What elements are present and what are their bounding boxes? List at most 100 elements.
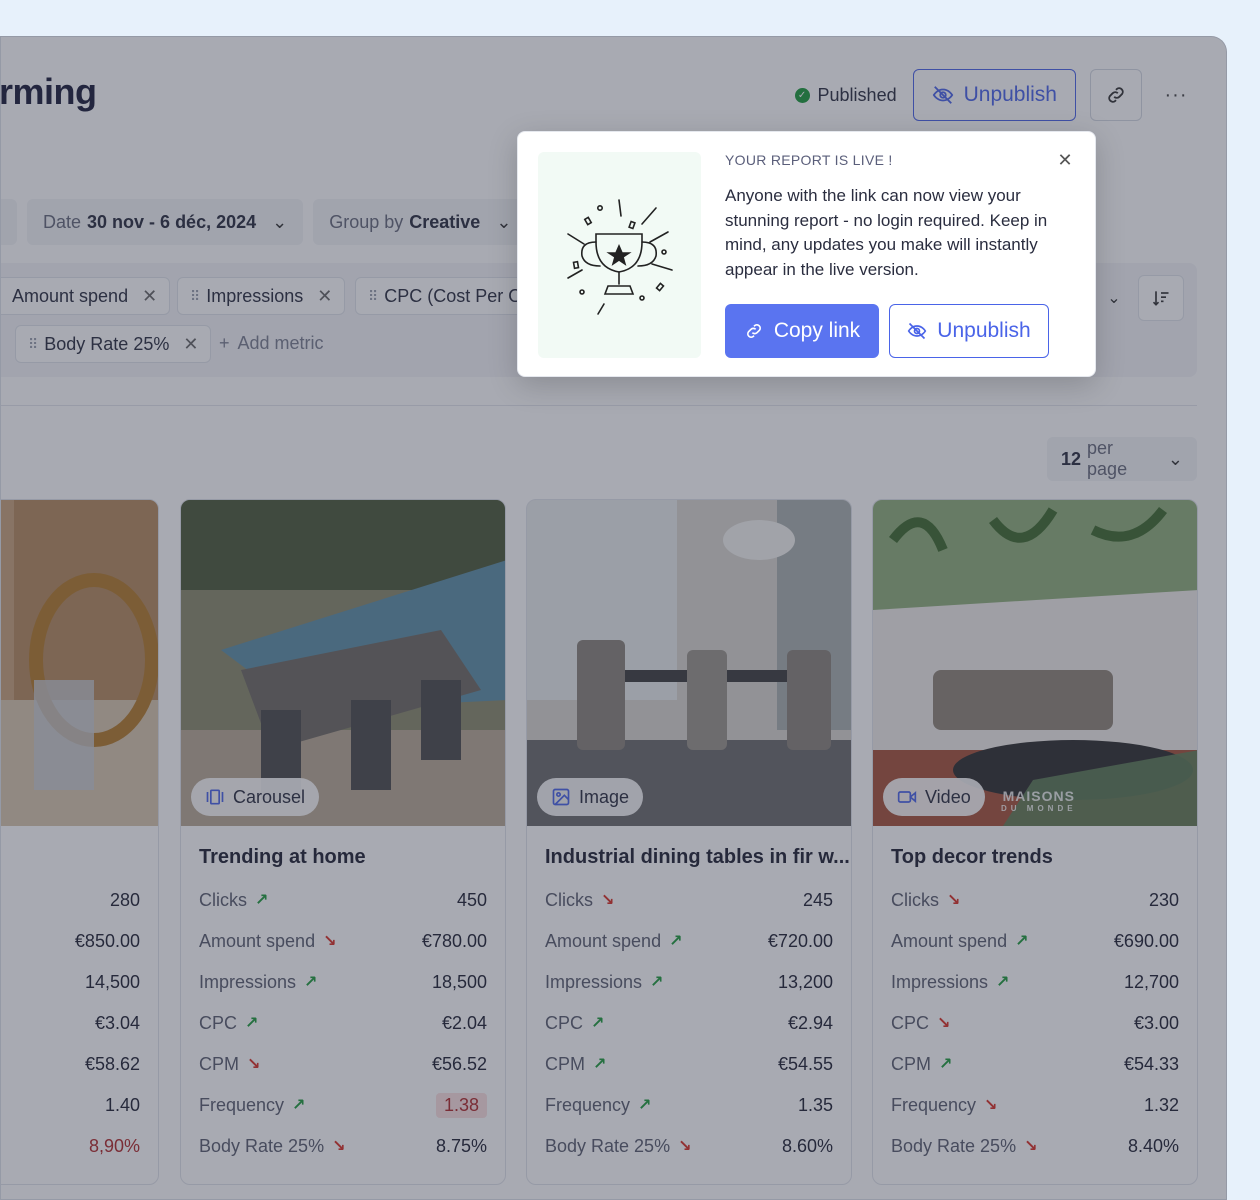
metric-row: Amount spend ↗ €690.00 [891, 929, 1179, 953]
trend-up-icon: ↗ [591, 1015, 605, 1032]
metric-label: Frequency [199, 1094, 285, 1115]
metric-row: Frequency ↗ 1.35 [545, 1093, 833, 1117]
trend-up-icon: ↗ [593, 1056, 607, 1073]
drag-handle-icon[interactable]: ⠿ [190, 288, 200, 305]
copy-link-label: Copy link [773, 319, 861, 342]
metric-value: €780.00 [421, 930, 487, 951]
metric-value: 1.40 [104, 1094, 140, 1115]
eye-off-icon [932, 86, 953, 104]
close-icon[interactable]: ✕ [183, 334, 198, 355]
trend-down-icon: ↘ [947, 892, 961, 909]
group-by-filter[interactable]: Group by Creative ⌄ [313, 199, 528, 245]
metric-label: Frequency [545, 1094, 631, 1115]
close-icon[interactable]: ✕ [142, 286, 157, 307]
drag-handle-icon[interactable]: ⠿ [28, 336, 38, 353]
chevron-down-button[interactable]: ⌄ [1091, 275, 1137, 321]
metric-label: Clicks [891, 889, 939, 910]
video-icon [897, 791, 917, 803]
metric-value: 8,90% [88, 1135, 140, 1156]
metric-label: CPC [545, 1012, 584, 1033]
close-icon[interactable]: ✕ [1055, 150, 1075, 170]
per-page-value: 12 [1061, 448, 1082, 469]
type-label: Video [925, 786, 971, 807]
metric-row: Impressions ↗ 12,700 [891, 970, 1179, 994]
chevron-down-icon: ⌄ [496, 211, 512, 232]
metric-label: Impressions [891, 971, 989, 992]
metric-value: €56.52 [431, 1053, 487, 1074]
watermark-title: MAISONS [1002, 788, 1075, 804]
metric-value: 230 [1148, 889, 1179, 910]
trend-down-icon: ↘ [332, 1138, 346, 1155]
trend-down-icon: ↘ [247, 1056, 261, 1073]
metric-chip[interactable]: Amount spend ✕ [1, 277, 171, 315]
creative-title: Industrial dining tables in fir w... [545, 846, 850, 868]
popup-unpublish-button[interactable]: Unpublish [889, 304, 1049, 358]
date-filter[interactable]: Date 30 nov - 6 déc, 2024 ⌄ [27, 199, 304, 245]
add-metric-label: Add metric [237, 333, 324, 353]
metric-chip[interactable]: ⠿ CPC (Cost Per O [355, 277, 535, 315]
metric-row: Body Rate 25% ↘ 8.40% [891, 1134, 1179, 1158]
close-icon[interactable]: ✕ [317, 286, 332, 307]
metric-value: 18,500 [431, 971, 487, 992]
metric-value: €58.62 [84, 1053, 140, 1074]
metric-chip[interactable]: ⠿ Body Rate 25% ✕ [15, 325, 212, 363]
metric-value: €2.94 [787, 1012, 833, 1033]
metric-value: €54.33 [1123, 1053, 1179, 1074]
type-label: Carousel [233, 786, 306, 807]
trend-up-icon: ↗ [245, 1015, 259, 1032]
metric-row: CPM ↘ €56.52 [199, 1052, 487, 1076]
type-badge: Video [883, 778, 985, 816]
trend-down-icon: ↘ [678, 1138, 692, 1155]
status-badge: ✓ Published [794, 85, 897, 106]
metric-chip-label: Impressions [206, 285, 304, 306]
per-page-select[interactable]: 12 per page ⌄ [1047, 437, 1197, 481]
check-icon: ✓ [794, 87, 810, 103]
trend-down-icon: ↘ [984, 1097, 998, 1114]
metric-value: 13,200 [777, 971, 833, 992]
creative-card[interactable]: Carousel Trending at home Clicks ↗ 450 Amo… [180, 499, 506, 1185]
sort-button[interactable] [1138, 275, 1184, 321]
filter-stub[interactable] [1, 199, 17, 245]
metric-label: Impressions [199, 971, 297, 992]
trend-up-icon: ↗ [939, 1056, 953, 1073]
drag-handle-icon[interactable]: ⠿ [368, 288, 378, 305]
metric-label: CPC [199, 1012, 238, 1033]
metric-chip-label: CPC (Cost Per O [384, 285, 523, 306]
metric-value: €690.00 [1113, 930, 1179, 951]
popup-unpublish-label: Unpublish [937, 319, 1031, 342]
date-filter-prefix: Date [43, 211, 82, 232]
metric-label: CPC [891, 1012, 930, 1033]
creative-card[interactable]: MAISONS DU MONDE Video Top decor trends … [872, 499, 1198, 1185]
metric-row: Body Rate 25% ↘ 8.75% [199, 1134, 487, 1158]
creative-card[interactable]: . 280 €850.00 14,500 €3.04 €58.62 1.40 8… [1, 499, 159, 1185]
trend-up-icon: ↗ [669, 933, 683, 950]
trend-up-icon: ↗ [638, 1097, 652, 1114]
trend-up-icon: ↗ [304, 974, 318, 991]
creative-card[interactable]: Image Industrial dining tables in fir w.… [526, 499, 852, 1185]
metric-chip-label: Amount spend [12, 285, 129, 306]
more-options-button[interactable]: ··· [1156, 84, 1196, 107]
metric-row: CPM ↗ €54.55 [545, 1052, 833, 1076]
trophy-illustration [538, 152, 701, 358]
metric-label: Clicks [199, 889, 247, 910]
metric-row: Clicks ↘ 230 [891, 888, 1179, 912]
metric-label: CPM [891, 1053, 931, 1074]
trend-down-icon: ↘ [937, 1015, 951, 1032]
metric-value: 8.40% [1127, 1135, 1179, 1156]
metric-value: 14,500 [84, 971, 140, 992]
add-metric-button[interactable]: + Add metric [219, 333, 324, 354]
trend-up-icon: ↗ [255, 892, 269, 909]
metric-chip[interactable]: ⠿ Impressions ✕ [177, 277, 346, 315]
link-button[interactable] [1090, 69, 1142, 121]
metric-row: Frequency ↘ 1.32 [891, 1093, 1179, 1117]
unpublish-button[interactable]: Unpublish [912, 69, 1076, 121]
metric-row: Clicks ↗ 450 [199, 888, 487, 912]
metric-row: 14,500 [1, 970, 140, 994]
metric-label: CPM [199, 1053, 239, 1074]
metric-row: Amount spend ↘ €780.00 [199, 929, 487, 953]
metric-value: 280 [109, 889, 140, 910]
copy-link-button[interactable]: Copy link [725, 304, 879, 358]
metric-row: 8,90% [1, 1134, 140, 1158]
divider [1, 405, 1197, 406]
group-by-value: Creative [409, 211, 481, 232]
